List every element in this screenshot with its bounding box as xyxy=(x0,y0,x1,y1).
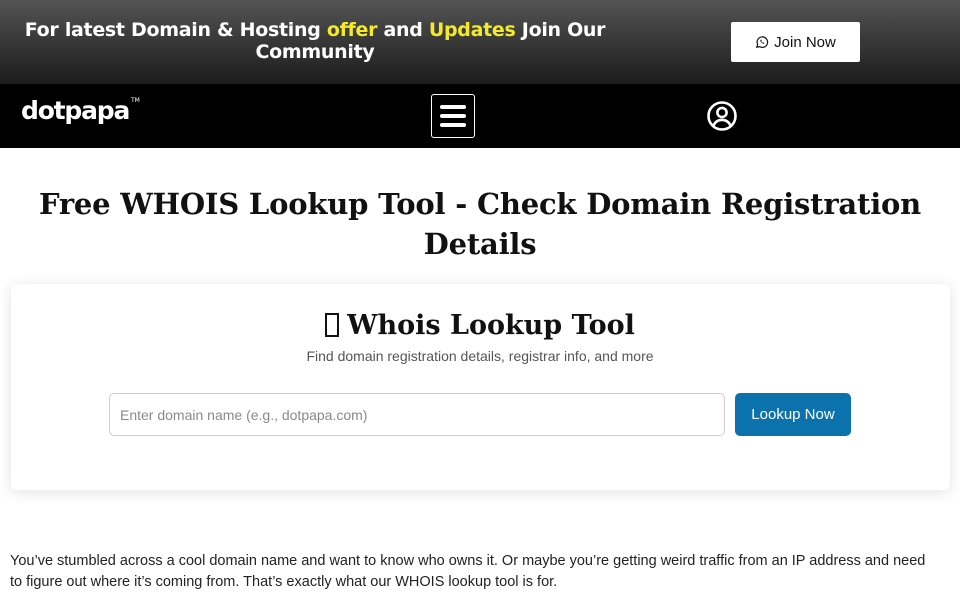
join-now-button[interactable]: Join Now xyxy=(731,22,860,62)
tool-title: Whois Lookup Tool xyxy=(0,306,960,346)
promo-text-part: and xyxy=(377,19,429,41)
menu-bar xyxy=(440,105,466,109)
join-now-label: Join Now xyxy=(774,33,836,51)
user-circle-icon[interactable] xyxy=(706,100,738,132)
promo-text-part: For latest Domain & Hosting xyxy=(24,19,327,41)
whatsapp-icon xyxy=(756,36,769,49)
menu-bar xyxy=(440,114,466,118)
page-title: Free WHOIS Lookup Tool - Check Domain Re… xyxy=(38,187,922,261)
intro-paragraph: You’ve stumbled across a cool domain nam… xyxy=(10,553,926,590)
logo-trademark: TM xyxy=(130,97,140,104)
promo-text: For latest Domain & Hosting offer and Up… xyxy=(14,19,616,63)
promo-highlight-offer: offer xyxy=(326,19,378,41)
domain-search-input[interactable] xyxy=(109,393,725,436)
main-navbar xyxy=(0,84,960,148)
missing-glyph-icon xyxy=(325,313,340,337)
dotpapa-logo[interactable]: dotpapa TM xyxy=(20,93,144,127)
tool-title-text: Whois Lookup Tool xyxy=(347,310,635,341)
menu-bar xyxy=(440,123,466,127)
promo-highlight-updates: Updates xyxy=(428,19,516,41)
logo-wordmark: dotpapa xyxy=(21,96,129,125)
lookup-now-button[interactable]: Lookup Now xyxy=(735,393,851,436)
tool-subtitle: Find domain registration details, regist… xyxy=(306,348,654,364)
hamburger-menu-icon[interactable] xyxy=(431,94,475,138)
